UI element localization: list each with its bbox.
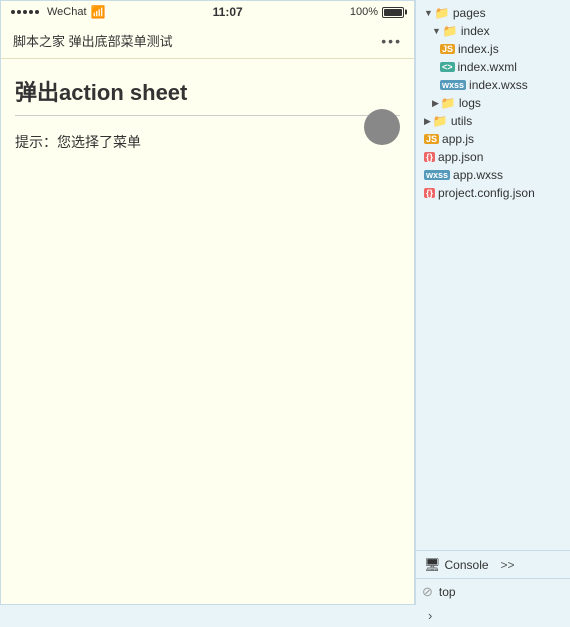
arrow-pages: ▼ [424,8,433,18]
nav-title: 脚本之家 弹出底部菜单测试 [13,31,173,50]
console-top-text: top [439,585,456,599]
folder-icon-index: 📁 [443,24,458,38]
folder-icon-logs: 📁 [441,96,456,110]
phone-panel: WeChat 📶 11:07 100% 脚本之家 弹出底部菜单测试 ••• 弹出… [0,0,415,605]
nav-bar: 脚本之家 弹出底部菜单测试 ••• [1,23,414,59]
file-app-json[interactable]: {} app.json [416,148,570,166]
console-screen-icon: 🖥 [424,557,441,573]
no-entry-icon: ⊘ [422,584,433,600]
console-tab-row: 🖥 Console >> [416,551,570,579]
battery-icon [382,7,404,18]
file-index-wxss-label: index.wxss [469,78,528,92]
arrow-logs: ▶ [432,98,439,109]
badge-js-appjs: JS [424,134,439,144]
badge-xml-indexwxml: <> [440,62,455,72]
folder-index[interactable]: ▼ 📁 index [416,22,570,40]
action-sheet-button[interactable] [364,109,400,145]
badge-wxss-indexwxss: wxss [440,80,466,90]
file-app-js[interactable]: JS app.js [416,130,570,148]
file-app-json-label: app.json [438,150,483,164]
action-sheet-title: 弹出action sheet [15,75,400,116]
status-left: WeChat 📶 [11,5,106,19]
status-bar: WeChat 📶 11:07 100% [1,1,414,23]
folder-pages-label: pages [453,6,486,20]
hint-text: 提示：您选择了菜单 [15,132,400,152]
app-name: WeChat [47,6,87,18]
folder-icon-utils: 📁 [433,114,448,128]
badge-json-appjson: {} [424,152,435,162]
console-tab-btn[interactable]: 🖥 Console [416,551,497,578]
file-project-config-label: project.config.json [438,186,535,200]
file-app-js-label: app.js [442,132,474,146]
nav-menu-dots[interactable]: ••• [381,33,402,49]
main-content: 弹出action sheet 提示：您选择了菜单 [1,59,414,604]
console-arrow-prompt[interactable]: › [422,604,438,627]
file-tree: ▼ 📁 pages ▼ 📁 index JS index.js <> index… [416,0,570,550]
console-prompt-row: › [416,605,570,627]
console-input-row: ⊘ top [416,579,570,605]
folder-index-label: index [461,24,490,38]
folder-icon-pages: 📁 [435,6,450,20]
folder-pages[interactable]: ▼ 📁 pages [416,4,570,22]
status-right: 100% [350,6,404,18]
file-app-wxss-label: app.wxss [453,168,503,182]
file-index-wxml[interactable]: <> index.wxml [416,58,570,76]
folder-utils[interactable]: ▶ 📁 utils [416,112,570,130]
file-index-wxss[interactable]: wxss index.wxss [416,76,570,94]
console-area: 🖥 Console >> ⊘ top › [416,550,570,605]
file-project-config[interactable]: {} project.config.json [416,184,570,202]
badge-js-indexjs: JS [440,44,455,54]
file-app-wxss[interactable]: wxss app.wxss [416,166,570,184]
console-tab-label: Console [445,558,489,572]
arrow-index: ▼ [432,26,441,36]
time-display: 11:07 [213,5,243,19]
wifi-icon: 📶 [91,5,106,19]
file-index-wxml-label: index.wxml [458,60,517,74]
signal-dots [11,10,39,14]
folder-logs-label: logs [459,96,481,110]
badge-json-projectconfig: {} [424,188,435,198]
right-panel: ▼ 📁 pages ▼ 📁 index JS index.js <> index… [415,0,570,605]
battery-pct: 100% [350,6,378,18]
folder-utils-label: utils [451,114,472,128]
file-index-js[interactable]: JS index.js [416,40,570,58]
console-expand-icon[interactable]: >> [501,558,515,572]
file-index-js-label: index.js [458,42,499,56]
badge-wxss-appwxss: wxss [424,170,450,180]
arrow-utils: ▶ [424,116,431,127]
folder-logs[interactable]: ▶ 📁 logs [416,94,570,112]
